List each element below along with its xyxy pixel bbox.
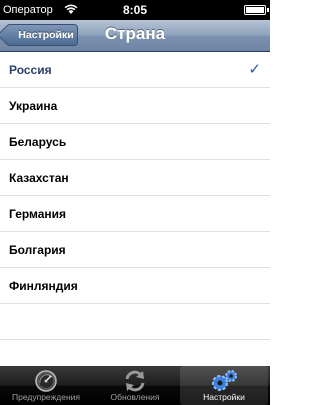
empty-list-row [0,304,270,340]
list-item-label: Германия [9,207,67,221]
page-title: Страна [104,24,166,43]
list-item-kazakhstan[interactable]: Казахстан [0,160,270,196]
list-item-finland[interactable]: Финляндия [0,268,270,304]
tab-label: Предупреждения [12,392,80,402]
list-item-bulgaria[interactable]: Болгария [0,232,270,268]
refresh-icon [125,370,145,392]
list-item-ukraine[interactable]: Украина [0,88,270,124]
tab-label: Настройки [203,392,245,402]
tab-updates[interactable]: Обновления [91,366,179,405]
list-item-label: Финляндия [9,279,78,293]
list-item-belarus[interactable]: Беларусь [0,124,270,160]
status-bar: Оператор 8:05 [0,0,270,20]
list-item-germany[interactable]: Германия [0,196,270,232]
tab-label: Обновления [110,392,160,402]
list-item-label: Казахстан [9,171,69,185]
status-time: 8:05 [122,3,148,17]
gauge-icon [35,370,57,392]
navigation-bar: Настройки Страна [0,20,270,52]
list-item-russia[interactable]: Россия ✓ [0,52,270,88]
checkmark-icon: ✓ [248,61,261,78]
list-item-label: Россия [9,63,52,77]
country-list: Россия ✓ Украина Беларусь Казахстан Герм… [0,52,270,340]
tab-alerts[interactable]: Предупреждения [2,366,90,405]
battery-icon [244,5,269,15]
gears-icon [212,370,237,391]
tab-bar: Предупреждения Обновления Настройки [0,366,270,405]
list-item-label: Украина [9,99,58,113]
list-item-label: Беларусь [9,135,67,149]
list-item-label: Болгария [9,243,66,257]
tab-settings[interactable]: Настройки [180,366,268,405]
